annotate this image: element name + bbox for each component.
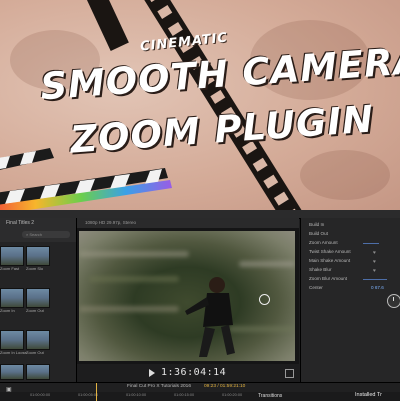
inspector-row-zoom-amount[interactable]: Zoom Amount [301,240,400,249]
effect-thumbnail[interactable] [26,364,50,380]
effect-thumbnail[interactable] [26,330,50,350]
inspector-row-center[interactable]: Center 0 67.6 [301,285,400,294]
effect-thumbnail[interactable] [0,288,24,308]
inspector-row-build-in[interactable]: Build In [301,222,400,231]
viewer-format-info: 1080p HD 29.97p, Stereo [85,220,137,225]
zoom-amount-slider[interactable] [363,243,379,244]
heart-icon[interactable]: ♥ [373,250,376,256]
timecode-display: 1:36:04:14 [161,367,227,378]
video-viewer: 1080p HD 29.97p, Stereo 1:36:04:14 [77,218,299,382]
center-value[interactable]: 0 67.6 [371,285,384,290]
effect-thumbnail[interactable] [0,246,24,266]
motion-blur-streak [239,261,295,267]
inspector-row-twist-shake[interactable]: Twist Shake Amount ♥ [301,249,400,258]
inspector-row-shake-blur[interactable]: Shake Blur ♥ [301,267,400,276]
search-placeholder: Search [29,232,43,237]
inspector-label: Twist Shake Amount [309,249,351,254]
effect-label: Zoom Out [26,308,44,313]
zoom-blur-slider[interactable] [363,279,387,280]
clapper-logo [0,148,172,215]
installed-transitions-label[interactable]: Installed Tr [355,392,382,398]
fullscreen-icon[interactable] [285,369,294,378]
playhead[interactable] [96,383,97,401]
effect-label: Zoom Out [26,350,44,355]
ruler-tick: 01:00:20:00 [222,393,243,397]
effect-label: Zoom Slo [26,266,44,271]
motion-blur-streak [79,306,179,312]
inspector-label: Zoom Amount [309,240,338,245]
browser-title: Final Titles 2 [6,220,35,226]
video-frame[interactable] [79,231,295,361]
inspector-row-main-shake[interactable]: Main Shake Amount ♥ [301,258,400,267]
inspector-label: Shake Blur [309,267,332,272]
project-title: Final Cut Pro X Tutorials 2016 [127,384,191,389]
inspector-label: Zoom Blur Amount [309,276,348,281]
effect-label: Zoom In [0,308,15,313]
effect-thumbnail[interactable] [26,246,50,266]
effect-label: Zoom In Loose [0,350,27,355]
ruler-tick: 01:00:10:00 [126,393,147,397]
promo-banner: CINEMATIC SMOOTH CAMERA ZOOM PLUGIN [0,0,400,215]
zoom-center-target[interactable] [259,294,270,305]
effect-thumbnail[interactable] [26,288,50,308]
search-input[interactable]: ⌕ Search [22,231,70,238]
effects-browser: Final Titles 2 ⌕ Search Zoom Fast Zoom S… [0,218,77,382]
motion-blur-streak [79,251,189,257]
inspector-label: Center [309,285,323,290]
timeline-position: 09:23 / 01:59:21:10 [204,384,246,389]
effect-thumbnail[interactable] [0,364,24,380]
transitions-tab[interactable]: Transitions [258,393,282,399]
inspector-row-zoom-blur[interactable]: Zoom Blur Amount [301,276,400,285]
viewer-header: 1080p HD 29.97p, Stereo [77,218,299,228]
inspector-label: Build In [309,222,325,227]
ruler-tick: 01:00:15:00 [174,393,195,397]
effect-label: Zoom Fast [0,266,20,271]
heart-icon[interactable]: ♥ [373,259,376,265]
transport-bar: 1:36:04:14 [77,364,299,382]
inspector-row-build-out[interactable]: Build Out [301,231,400,240]
heart-icon[interactable]: ♥ [373,268,376,274]
inspector-label: Build Out [309,231,328,236]
knob-icon[interactable] [387,294,400,308]
effect-thumbnail[interactable] [0,330,24,350]
ruler-tick: 01:00:00:00 [30,393,51,397]
editor-window: Final Titles 2 ⌕ Search Zoom Fast Zoom S… [0,210,400,401]
browser-header: Final Titles 2 ⌕ Search [0,218,76,242]
person-figure [185,277,235,357]
texture-blotch [300,150,390,200]
timeline-header: ▣ Final Cut Pro X Tutorials 2016 09:23 /… [0,382,400,401]
motion-blur-streak [89,276,179,282]
play-icon[interactable] [149,369,155,377]
inspector-label: Main Shake Amount [309,258,351,263]
inspector-panel: Build In Build Out Zoom Amount Twist Sha… [300,218,400,382]
